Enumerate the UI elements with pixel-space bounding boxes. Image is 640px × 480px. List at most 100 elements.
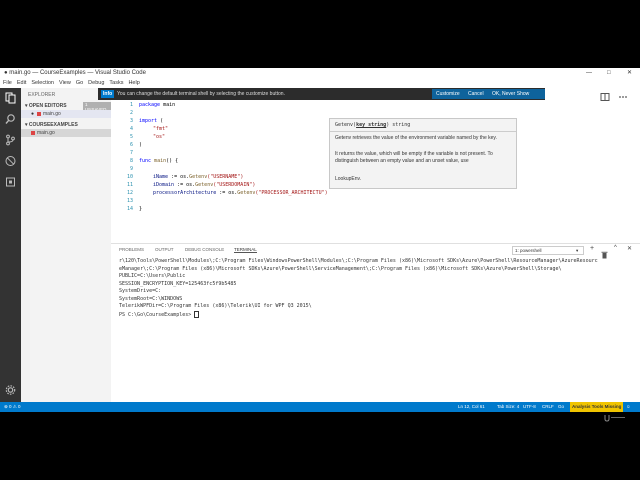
function-name: Getenv [189, 174, 208, 180]
code-line-11: iDomain := os.Getenv("USERDOMAIN") [153, 182, 255, 188]
never-show-again-button[interactable]: OK, Never Show Again [488, 89, 545, 107]
function-name: Getenv [195, 182, 214, 188]
terminal-text: r\120\Tools\PowerShell\Modules\;C:\Progr… [119, 258, 598, 318]
close-button[interactable]: ✕ [627, 68, 632, 79]
code-text: := os. [174, 182, 196, 188]
folder-file-item[interactable]: main.go [21, 129, 111, 137]
minimize-button[interactable]: — [586, 68, 592, 79]
explorer-icon[interactable] [4, 92, 17, 104]
menu-tasks[interactable]: Tasks [109, 80, 123, 86]
variable: processorArchitecture [153, 190, 217, 196]
code-line-12: processorArchitecture := os.Getenv("PROC… [153, 190, 328, 196]
code-text: main [160, 102, 176, 108]
line-number: 9 [129, 166, 133, 172]
open-editors-header[interactable]: ▾ OPEN EDITORS [25, 103, 67, 109]
cursor-position[interactable]: Ln 12, Col 61 [458, 402, 485, 412]
cancel-button[interactable]: Cancel [464, 89, 488, 99]
analysis-tools-warning[interactable]: Analysis Tools Missing [570, 402, 624, 412]
menu-selection[interactable]: Selection [31, 80, 54, 86]
hover-tooltip: Getenv(key string) string Getenv retriev… [329, 118, 517, 189]
activity-bar [0, 88, 21, 402]
go-file-icon [31, 130, 35, 135]
window-title: ● main.go — CourseExamples — Visual Stud… [4, 70, 146, 76]
tab-debug-console[interactable]: DEBUG CONSOLE [185, 247, 224, 252]
menu-edit[interactable]: Edit [17, 80, 26, 86]
smiley-feedback-icon[interactable]: ☺ [626, 402, 631, 412]
maximize-button[interactable]: □ [607, 68, 611, 79]
search-icon[interactable] [4, 113, 17, 125]
line-number: 13 [126, 198, 133, 204]
info-badge: Info [101, 90, 115, 98]
code-line-8: func main() { [139, 158, 178, 164]
line-number: 6 [129, 142, 133, 148]
string: ("USERNAME") [207, 174, 244, 180]
vscode-window: ● main.go — CourseExamples — Visual Stud… [0, 68, 640, 412]
function-name: main [151, 158, 167, 164]
tab-problems[interactable]: PROBLEMS [119, 247, 144, 252]
tab-output[interactable]: OUTPUT [155, 247, 174, 252]
line-number: 14 [126, 206, 133, 212]
notification-banner: Info You can change the default terminal… [98, 88, 545, 107]
split-editor-icon[interactable] [600, 89, 610, 101]
terminal-shell-select[interactable]: 1: powershell ▾ [512, 246, 584, 255]
code-line-10: iName := os.Getenv("USERNAME") [153, 174, 243, 180]
menu-help[interactable]: Help [128, 80, 139, 86]
code-line-4: "fmt" [153, 126, 169, 132]
line-number: 2 [129, 110, 133, 116]
close-panel-icon[interactable]: ✕ [627, 245, 632, 252]
code-line-1: package main [139, 102, 175, 108]
more-actions-icon[interactable] [618, 89, 628, 99]
sidebar-title: EXPLORER [28, 92, 56, 98]
code-text: := os. [168, 174, 190, 180]
tab-size[interactable]: Tab Size: 4 [497, 402, 519, 412]
menu-view[interactable]: View [59, 80, 71, 86]
hover-doc-p1: Getenv retrieves the value of the enviro… [335, 135, 497, 141]
folder-file-label: main.go [37, 130, 55, 136]
code-text: := os. [216, 190, 238, 196]
folder-header[interactable]: ▾ COURSEEXAMPLES [25, 122, 78, 128]
maximize-panel-icon[interactable]: ^ [614, 245, 617, 251]
gear-icon[interactable] [4, 384, 17, 396]
extensions-icon[interactable] [4, 176, 17, 188]
variable: iName [153, 174, 169, 180]
menu-go[interactable]: Go [76, 80, 83, 86]
code-line-3: import ( [139, 118, 163, 124]
keyword: func [139, 158, 152, 164]
problems-count[interactable]: ⊗ 0 ⚠ 0 [4, 402, 21, 412]
keyword: package [139, 102, 161, 108]
terminal-output[interactable]: r\120\Tools\PowerShell\Modules\;C:\Progr… [119, 258, 598, 319]
add-terminal-icon[interactable]: + [590, 245, 594, 252]
customize-button[interactable]: Customize [432, 89, 464, 99]
go-file-icon [37, 111, 41, 116]
hover-doc-p2: It returns the value, which will be empt… [335, 151, 493, 164]
line-number: 11 [126, 182, 133, 188]
signature-return: ) string [386, 122, 411, 128]
line-number: 8 [129, 158, 133, 164]
trash-icon[interactable] [601, 246, 608, 259]
hover-doc-p3: LookupEnv. [335, 176, 362, 182]
code-line-14: } [139, 206, 143, 212]
line-ending[interactable]: CRLF [542, 402, 554, 412]
signature-function: Getenv( [335, 122, 357, 128]
udemy-watermark-logo [604, 414, 626, 422]
tab-terminal[interactable]: TERMINAL [234, 247, 257, 253]
shell-select-value: 1: powershell [515, 248, 542, 253]
signature-param: key string [356, 122, 387, 128]
code-line-5: "os" [153, 134, 166, 140]
variable: iDomain [153, 182, 175, 188]
line-number: 10 [126, 174, 133, 180]
dirty-dot-icon: ● [31, 111, 35, 117]
string: ("PROCESSOR_ARCHITECTU") [255, 190, 328, 196]
explorer-sidebar: EXPLORER ▾ OPEN EDITORS 1 UNSAVED ● main… [21, 88, 111, 402]
line-number: 5 [129, 134, 133, 140]
menu-debug[interactable]: Debug [88, 80, 104, 86]
terminal-cursor [194, 310, 200, 318]
language-mode[interactable]: Go [558, 402, 564, 412]
keyword: import [139, 118, 158, 124]
debug-icon[interactable] [4, 155, 17, 167]
hover-signature: Getenv(key string) string [335, 122, 410, 128]
source-control-icon[interactable] [4, 134, 17, 146]
menu-file[interactable]: File [3, 80, 12, 86]
encoding[interactable]: UTF-8 [523, 402, 536, 412]
open-editor-item[interactable]: ● main.go [21, 110, 111, 118]
